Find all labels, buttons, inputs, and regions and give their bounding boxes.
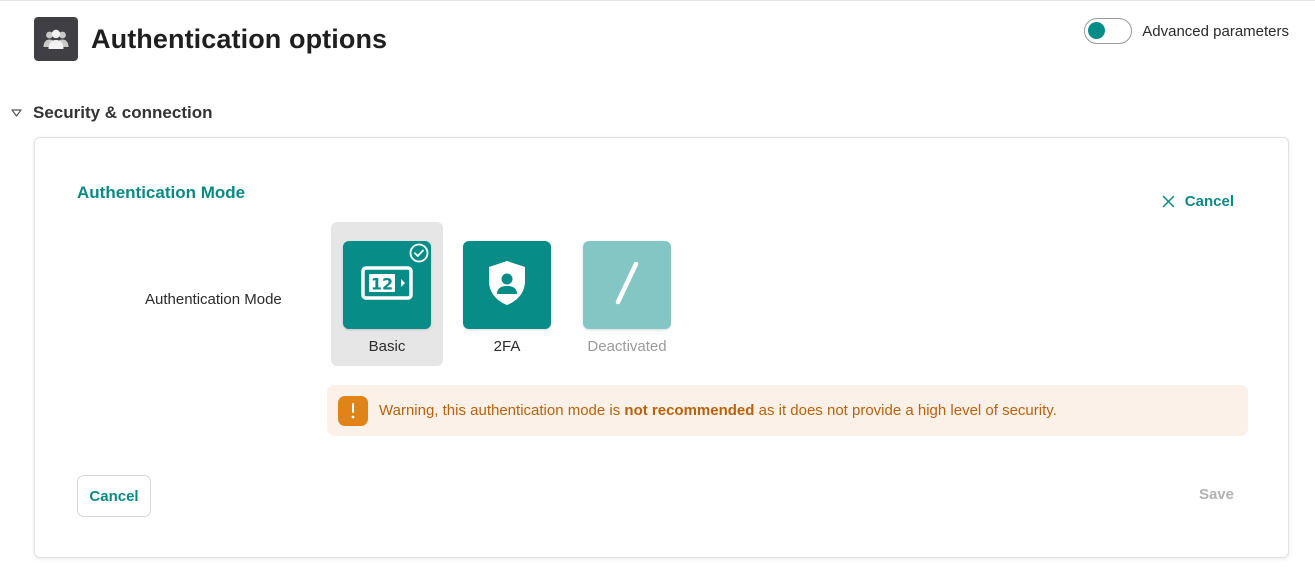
exclamation-icon bbox=[338, 395, 368, 426]
warning-text-suffix: as it does not provide a high level of s… bbox=[754, 402, 1057, 419]
advanced-parameters-toggle[interactable] bbox=[1084, 18, 1133, 44]
advanced-parameters: Advanced parameters bbox=[1084, 18, 1289, 44]
toggle-knob bbox=[1088, 22, 1106, 39]
mode-label-2fa: 2FA bbox=[493, 338, 521, 355]
close-icon bbox=[1162, 195, 1175, 208]
mode-tile-2fa bbox=[463, 241, 551, 329]
mode-option-2fa[interactable]: 2FA bbox=[451, 222, 563, 366]
field-label-authentication-mode: Authentication Mode bbox=[145, 291, 282, 308]
warning-banner: Warning, this authentication mode is not… bbox=[327, 385, 1248, 436]
warning-text: Warning, this authentication mode is not… bbox=[379, 402, 1057, 419]
section-header-security[interactable]: Security & connection bbox=[9, 103, 212, 123]
page-title: Authentication options bbox=[91, 23, 388, 54]
cancel-button[interactable]: Cancel bbox=[77, 475, 151, 517]
svg-text:12: 12 bbox=[371, 274, 393, 293]
users-icon bbox=[34, 17, 78, 61]
mode-option-basic[interactable]: 12 Basic bbox=[331, 222, 443, 366]
mode-tile-basic: 12 bbox=[343, 241, 431, 329]
card-title: Authentication Mode bbox=[77, 183, 246, 202]
numeric-keypad-icon: 12 bbox=[361, 265, 413, 305]
mode-tile-deactivated bbox=[583, 241, 671, 329]
cancel-link-label: Cancel bbox=[1184, 193, 1234, 210]
check-circle-icon bbox=[409, 243, 429, 263]
page: Authentication options Advanced paramete… bbox=[0, 0, 1315, 577]
mode-label-deactivated: Deactivated bbox=[587, 338, 667, 355]
slash-icon bbox=[607, 259, 647, 312]
mode-label-basic: Basic bbox=[368, 338, 406, 355]
shield-user-icon bbox=[485, 259, 529, 312]
warning-text-emphasis: not recommended bbox=[624, 402, 755, 419]
advanced-parameters-label: Advanced parameters bbox=[1142, 22, 1289, 40]
warning-text-prefix: Warning, this authentication mode is bbox=[379, 402, 625, 419]
caret-down-icon bbox=[9, 109, 23, 117]
section-title: Security & connection bbox=[33, 103, 213, 122]
authentication-card: Authentication Mode Cancel Authenticatio… bbox=[34, 137, 1289, 558]
mode-option-deactivated[interactable]: Deactivated bbox=[571, 222, 683, 366]
page-header: Authentication options bbox=[34, 17, 387, 61]
save-button[interactable]: Save bbox=[1199, 486, 1234, 503]
cancel-link[interactable]: Cancel bbox=[1162, 193, 1234, 210]
